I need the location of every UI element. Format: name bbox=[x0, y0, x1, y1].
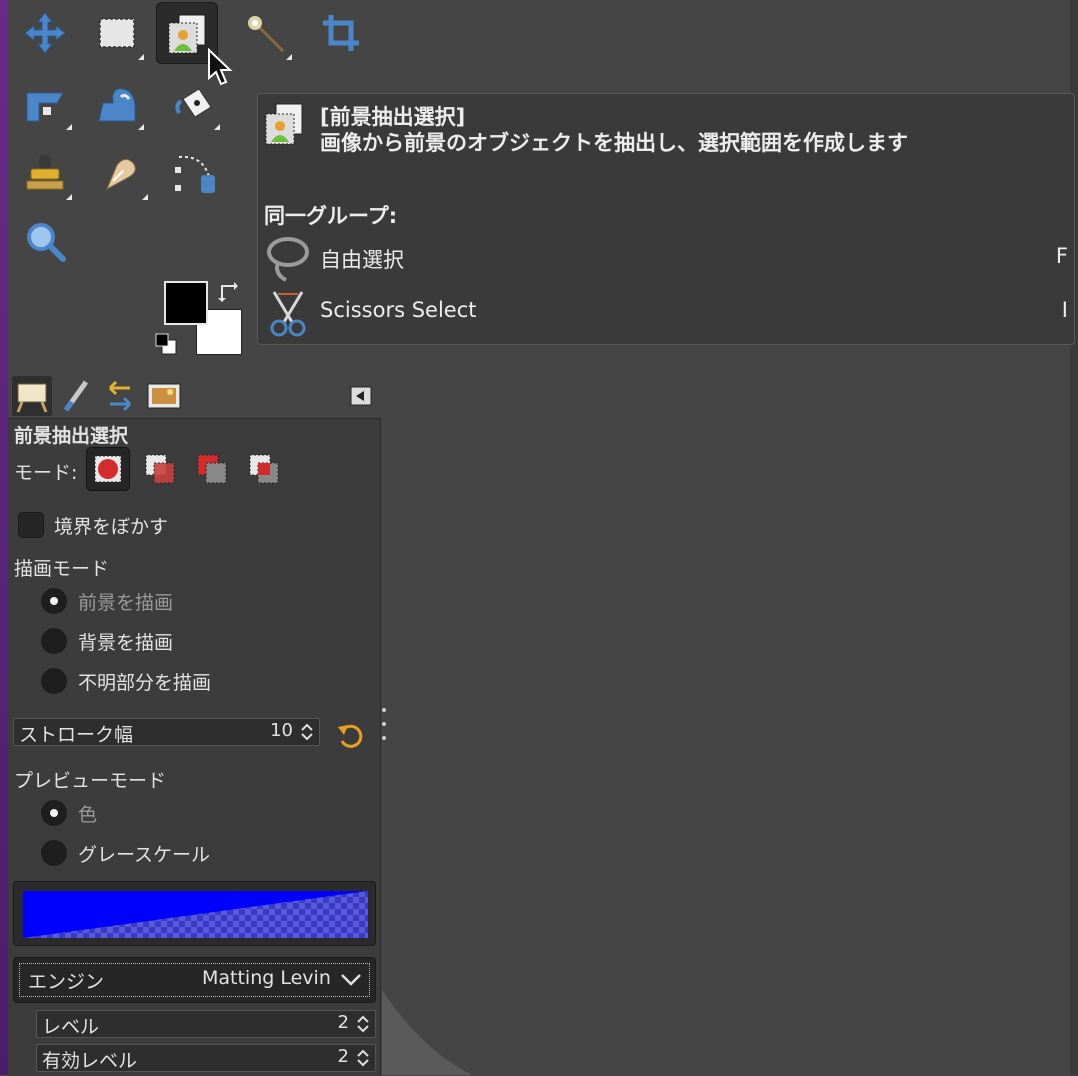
mode-replace-icon bbox=[94, 455, 122, 483]
paths-icon bbox=[175, 155, 215, 193]
scissors-icon bbox=[270, 291, 306, 337]
move-icon bbox=[24, 12, 66, 54]
swap-colors-icon[interactable] bbox=[218, 282, 238, 302]
lasso-icon bbox=[267, 237, 309, 282]
engine-label: エンジン bbox=[28, 971, 105, 993]
group-indicator bbox=[142, 194, 148, 200]
rect-select-tool-button[interactable] bbox=[86, 2, 148, 64]
mode-add-button[interactable] bbox=[138, 447, 182, 491]
draw-foreground-radio[interactable] bbox=[41, 588, 67, 614]
mode-subtract-icon bbox=[197, 454, 227, 484]
foreground-select-icon bbox=[265, 103, 303, 145]
desktop-edge bbox=[0, 0, 8, 1075]
stroke-width-spinner[interactable]: ストローク幅 10 bbox=[13, 718, 320, 746]
draw-unknown-radio[interactable] bbox=[41, 668, 67, 694]
tool-options-icon bbox=[16, 383, 48, 413]
group-indicator bbox=[138, 54, 144, 60]
levels-label: レベル bbox=[42, 1016, 100, 1038]
chevron-down-icon bbox=[341, 974, 361, 986]
mode-intersect-button[interactable] bbox=[242, 447, 286, 491]
unified-transform-icon bbox=[26, 92, 64, 122]
warp-icon bbox=[98, 88, 136, 122]
tab-images[interactable] bbox=[144, 376, 184, 416]
zoom-tool-button[interactable] bbox=[14, 210, 76, 272]
spin-arrows-icon[interactable] bbox=[300, 722, 314, 742]
tab-undo-history[interactable] bbox=[100, 376, 140, 416]
engine-dropdown[interactable]: エンジン Matting Levin bbox=[13, 957, 376, 1003]
group-indicator bbox=[214, 124, 220, 130]
paintbrush-icon bbox=[63, 380, 89, 412]
engine-value: Matting Levin bbox=[202, 967, 331, 989]
move-tool-button[interactable] bbox=[14, 2, 76, 64]
options-title: 前景抽出選択 bbox=[14, 425, 129, 447]
draw-background-label: 背景を描画 bbox=[78, 632, 174, 654]
preview-color-swatch bbox=[23, 891, 368, 938]
levels-spinner[interactable]: レベル 2 bbox=[36, 1010, 376, 1038]
smudge-icon bbox=[105, 159, 136, 191]
undo-history-icon bbox=[108, 380, 132, 412]
tab-tool-options[interactable] bbox=[12, 376, 52, 416]
levels-value: 2 bbox=[337, 1012, 349, 1033]
fuzzy-select-tool-button[interactable] bbox=[234, 2, 296, 64]
group-indicator bbox=[286, 54, 292, 60]
spin-arrows-icon[interactable] bbox=[356, 1048, 370, 1068]
free-select-shortcut: F bbox=[1055, 244, 1068, 268]
rect-select-icon bbox=[99, 18, 135, 48]
dock-resize-handle-icon[interactable] bbox=[380, 704, 388, 744]
foreground-select-icon bbox=[168, 14, 206, 54]
mode-label: モード: bbox=[14, 462, 78, 484]
draw-unknown-label: 不明部分を描画 bbox=[78, 672, 212, 694]
mode-subtract-button[interactable] bbox=[190, 447, 234, 491]
preview-color-label: 色 bbox=[78, 804, 98, 826]
draw-foreground-label: 前景を描画 bbox=[78, 592, 174, 614]
active-levels-value: 2 bbox=[337, 1046, 349, 1067]
group-indicator bbox=[138, 124, 144, 130]
draw-mode-label: 描画モード bbox=[14, 558, 110, 580]
magnifier-icon bbox=[27, 223, 66, 262]
free-select-label: 自由選択 bbox=[320, 248, 404, 272]
tab-brushes[interactable] bbox=[56, 376, 96, 416]
transform-tool-button[interactable] bbox=[14, 72, 76, 134]
feather-edges-checkbox[interactable] bbox=[18, 512, 44, 538]
tool-tooltip: [前景抽出選択] 画像から前景のオブジェクトを抽出し、選択範囲を作成します 同一… bbox=[257, 93, 1075, 345]
canvas-corner-decoration bbox=[382, 990, 472, 1075]
mode-add-icon bbox=[145, 454, 175, 484]
preview-color-radio[interactable] bbox=[41, 800, 67, 826]
feather-edges-label: 境界をぼかす bbox=[54, 516, 169, 538]
preview-grayscale-radio[interactable] bbox=[41, 840, 67, 866]
crop-tool-button[interactable] bbox=[310, 2, 372, 64]
paths-tool-button[interactable] bbox=[164, 142, 226, 204]
dock-tabs bbox=[8, 374, 382, 418]
preview-grayscale-label: グレースケール bbox=[78, 844, 211, 866]
configure-tab-icon[interactable] bbox=[350, 386, 372, 406]
tooltip-group-header: 同一グループ: bbox=[264, 204, 398, 228]
group-indicator bbox=[66, 194, 72, 200]
draw-background-radio[interactable] bbox=[41, 628, 67, 654]
foreground-color-swatch[interactable] bbox=[164, 281, 208, 325]
tooltip-description: 画像から前景のオブジェクトを抽出し、選択範囲を作成します bbox=[320, 131, 908, 155]
mode-replace-button[interactable] bbox=[86, 447, 130, 491]
scissors-select-label: Scissors Select bbox=[320, 298, 477, 322]
warp-transform-tool-button[interactable] bbox=[86, 72, 148, 134]
scissors-select-shortcut: I bbox=[1061, 298, 1068, 322]
reset-icon[interactable] bbox=[334, 719, 366, 751]
crop-icon bbox=[323, 15, 359, 51]
spin-arrows-icon[interactable] bbox=[356, 1014, 370, 1034]
mode-intersect-icon bbox=[249, 454, 279, 484]
group-indicator bbox=[66, 124, 72, 130]
default-colors-icon[interactable] bbox=[154, 332, 178, 356]
clone-stamp-icon bbox=[26, 155, 64, 190]
clone-tool-button[interactable] bbox=[14, 142, 76, 204]
mouse-cursor-icon bbox=[208, 48, 233, 86]
stroke-width-label: ストローク幅 bbox=[19, 724, 134, 746]
smudge-tool-button[interactable] bbox=[90, 142, 152, 204]
preview-color-button[interactable] bbox=[13, 881, 376, 946]
magic-wand-icon bbox=[248, 16, 285, 53]
preview-mode-label: プレビューモード bbox=[14, 770, 167, 792]
stroke-width-value: 10 bbox=[270, 720, 293, 741]
active-levels-spinner[interactable]: 有効レベル 2 bbox=[36, 1044, 376, 1072]
image-icon bbox=[147, 383, 181, 409]
active-levels-label: 有効レベル bbox=[42, 1050, 138, 1072]
